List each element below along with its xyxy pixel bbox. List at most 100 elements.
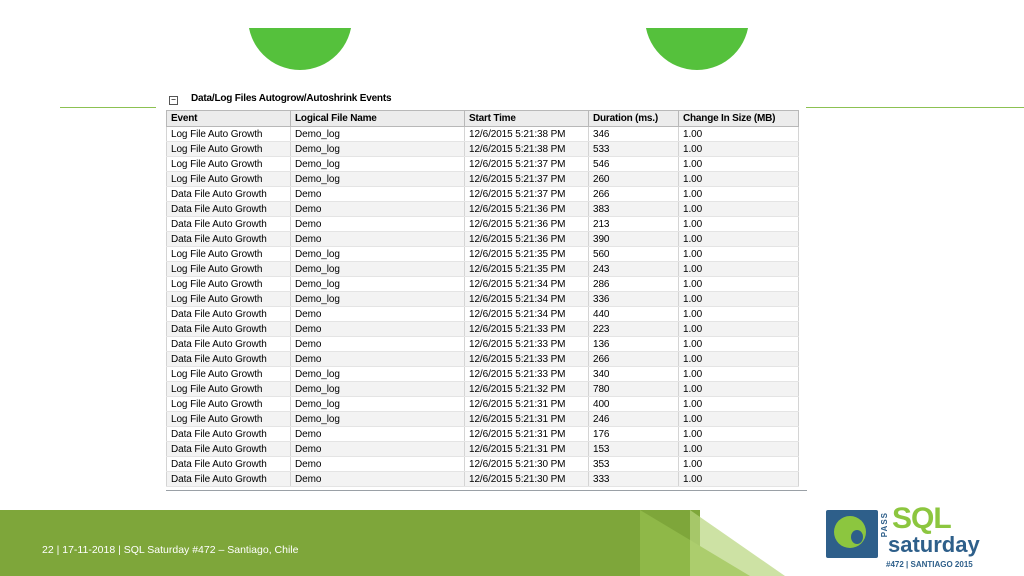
- decorative-green-arc-left: [248, 28, 352, 70]
- table-row[interactable]: Log File Auto Growth Demo_log 12/6/2015 5:…: [166, 276, 799, 292]
- table-row[interactable]: Log File Auto Growth Demo_log 12/6/2015 5:…: [166, 261, 799, 277]
- table-row[interactable]: Log File Auto Growth Demo_log 12/6/2015 5:…: [166, 291, 799, 307]
- footer-diagonal-light: [690, 510, 785, 576]
- table-row[interactable]: Log File Auto Growth Demo_log 12/6/2015 5:…: [166, 171, 799, 187]
- table-row[interactable]: Log File Auto Growth Demo_log 12/6/2015 5:…: [166, 126, 799, 142]
- table-row[interactable]: Data File Auto Growth Demo 12/6/2015 5:21:…: [166, 306, 799, 322]
- section-title: Data/Log Files Autogrow/Autoshrink Event…: [169, 93, 392, 104]
- table-cell: 12/6/2015 5:21:33 PM: [464, 366, 589, 382]
- table-cell: 1.00: [678, 306, 799, 322]
- table-cell: 12/6/2015 5:21:36 PM: [464, 231, 589, 247]
- table-cell: Log File Auto Growth: [166, 126, 291, 142]
- footer-bar: [0, 510, 700, 576]
- table-cell: Demo: [290, 216, 465, 232]
- table-row[interactable]: Log File Auto Growth Demo_log 12/6/2015 5:…: [166, 246, 799, 262]
- table-cell: 1.00: [678, 441, 799, 457]
- table-row[interactable]: Log File Auto Growth Demo_log 12/6/2015 5:…: [166, 141, 799, 157]
- table-cell: Data File Auto Growth: [166, 306, 291, 322]
- logo-saturday: saturday: [888, 532, 980, 557]
- sql-saturday-logo: PASS SQL saturday #472 | SANTIAGO 2015: [822, 502, 992, 574]
- table-row[interactable]: Data File Auto Growth Demo 12/6/2015 5:21:…: [166, 456, 799, 472]
- table-cell: 12/6/2015 5:21:33 PM: [464, 351, 589, 367]
- table-cell: 1.00: [678, 156, 799, 172]
- column-header[interactable]: Logical File Name: [290, 110, 465, 127]
- table-cell: Demo_log: [290, 366, 465, 382]
- table-row[interactable]: Log File Auto Growth Demo_log 12/6/2015 5:…: [166, 396, 799, 412]
- table-cell: 12/6/2015 5:21:37 PM: [464, 171, 589, 187]
- table-row[interactable]: Data File Auto Growth Demo 12/6/2015 5:21:…: [166, 201, 799, 217]
- table-cell: 780: [588, 381, 679, 397]
- table-cell: 340: [588, 366, 679, 382]
- table-cell: Data File Auto Growth: [166, 426, 291, 442]
- table-cell: 346: [588, 126, 679, 142]
- table-cell: 1.00: [678, 366, 799, 382]
- table-cell: 12/6/2015 5:21:38 PM: [464, 141, 589, 157]
- column-header[interactable]: Event: [166, 110, 291, 127]
- table-cell: Demo_log: [290, 246, 465, 262]
- divider-left: [60, 107, 156, 108]
- table-cell: 1.00: [678, 216, 799, 232]
- table-row[interactable]: Data File Auto Growth Demo 12/6/2015 5:21:…: [166, 351, 799, 367]
- table-cell: 1.00: [678, 381, 799, 397]
- table-cell: Demo_log: [290, 156, 465, 172]
- table-row[interactable]: Data File Auto Growth Demo 12/6/2015 5:21:…: [166, 336, 799, 352]
- table-cell: 1.00: [678, 246, 799, 262]
- table-row[interactable]: Data File Auto Growth Demo 12/6/2015 5:21:…: [166, 186, 799, 202]
- table-cell: Demo_log: [290, 171, 465, 187]
- table-cell: 12/6/2015 5:21:36 PM: [464, 201, 589, 217]
- table-cell: 383: [588, 201, 679, 217]
- table-row[interactable]: Data File Auto Growth Demo 12/6/2015 5:21:…: [166, 216, 799, 232]
- table-cell: 12/6/2015 5:21:35 PM: [464, 246, 589, 262]
- footer-text: 22 | 17-11-2018 | SQL Saturday #472 – Sa…: [42, 544, 299, 556]
- table-row[interactable]: Log File Auto Growth Demo_log 12/6/2015 5:…: [166, 366, 799, 382]
- table-cell: 1.00: [678, 186, 799, 202]
- table-cell: 533: [588, 141, 679, 157]
- table-row[interactable]: Data File Auto Growth Demo 12/6/2015 5:21:…: [166, 441, 799, 457]
- table-cell: Demo: [290, 456, 465, 472]
- table-cell: 246: [588, 411, 679, 427]
- table-cell: Log File Auto Growth: [166, 261, 291, 277]
- table-row[interactable]: Data File Auto Growth Demo 12/6/2015 5:21:…: [166, 231, 799, 247]
- table-cell: 1.00: [678, 291, 799, 307]
- table-cell: 12/6/2015 5:21:33 PM: [464, 336, 589, 352]
- table-cell: 176: [588, 426, 679, 442]
- table-cell: Log File Auto Growth: [166, 381, 291, 397]
- table-cell: 1.00: [678, 411, 799, 427]
- table-cell: Log File Auto Growth: [166, 171, 291, 187]
- table-cell: 1.00: [678, 126, 799, 142]
- table-row[interactable]: Data File Auto Growth Demo 12/6/2015 5:21:…: [166, 471, 799, 487]
- table-cell: 136: [588, 336, 679, 352]
- table-row[interactable]: Data File Auto Growth Demo 12/6/2015 5:21:…: [166, 321, 799, 337]
- table-cell: 1.00: [678, 201, 799, 217]
- table-row[interactable]: Log File Auto Growth Demo_log 12/6/2015 5:…: [166, 156, 799, 172]
- table-cell: 1.00: [678, 321, 799, 337]
- divider-right: [806, 107, 1024, 108]
- table-cell: 1.00: [678, 471, 799, 487]
- column-header[interactable]: Start Time: [464, 110, 589, 127]
- table-cell: Data File Auto Growth: [166, 201, 291, 217]
- table-body: Log File Auto Growth Demo_log 12/6/2015 5:…: [166, 126, 799, 487]
- table-cell: Demo_log: [290, 261, 465, 277]
- table-cell: 243: [588, 261, 679, 277]
- table-row[interactable]: Log File Auto Growth Demo_log 12/6/2015 5:…: [166, 381, 799, 397]
- table-cell: Demo: [290, 426, 465, 442]
- table-cell: Demo_log: [290, 291, 465, 307]
- table-cell: 1.00: [678, 396, 799, 412]
- table-cell: Log File Auto Growth: [166, 156, 291, 172]
- table-cell: 12/6/2015 5:21:32 PM: [464, 381, 589, 397]
- table-cell: Demo: [290, 186, 465, 202]
- column-header[interactable]: Change In Size (MB): [678, 110, 799, 127]
- table-cell: Data File Auto Growth: [166, 321, 291, 337]
- table-cell: Demo: [290, 351, 465, 367]
- table-row[interactable]: Log File Auto Growth Demo_log 12/6/2015 5:…: [166, 411, 799, 427]
- table-cell: 1.00: [678, 456, 799, 472]
- table-row[interactable]: Data File Auto Growth Demo 12/6/2015 5:21:…: [166, 426, 799, 442]
- column-header[interactable]: Duration (ms.): [588, 110, 679, 127]
- table-cell: 333: [588, 471, 679, 487]
- table-cell: 560: [588, 246, 679, 262]
- table-cell: Data File Auto Growth: [166, 216, 291, 232]
- table-cell: 1.00: [678, 426, 799, 442]
- table-cell: 12/6/2015 5:21:34 PM: [464, 291, 589, 307]
- table-cell: Data File Auto Growth: [166, 441, 291, 457]
- events-grid[interactable]: Event Logical File Name Start Time Duration…: [166, 110, 807, 491]
